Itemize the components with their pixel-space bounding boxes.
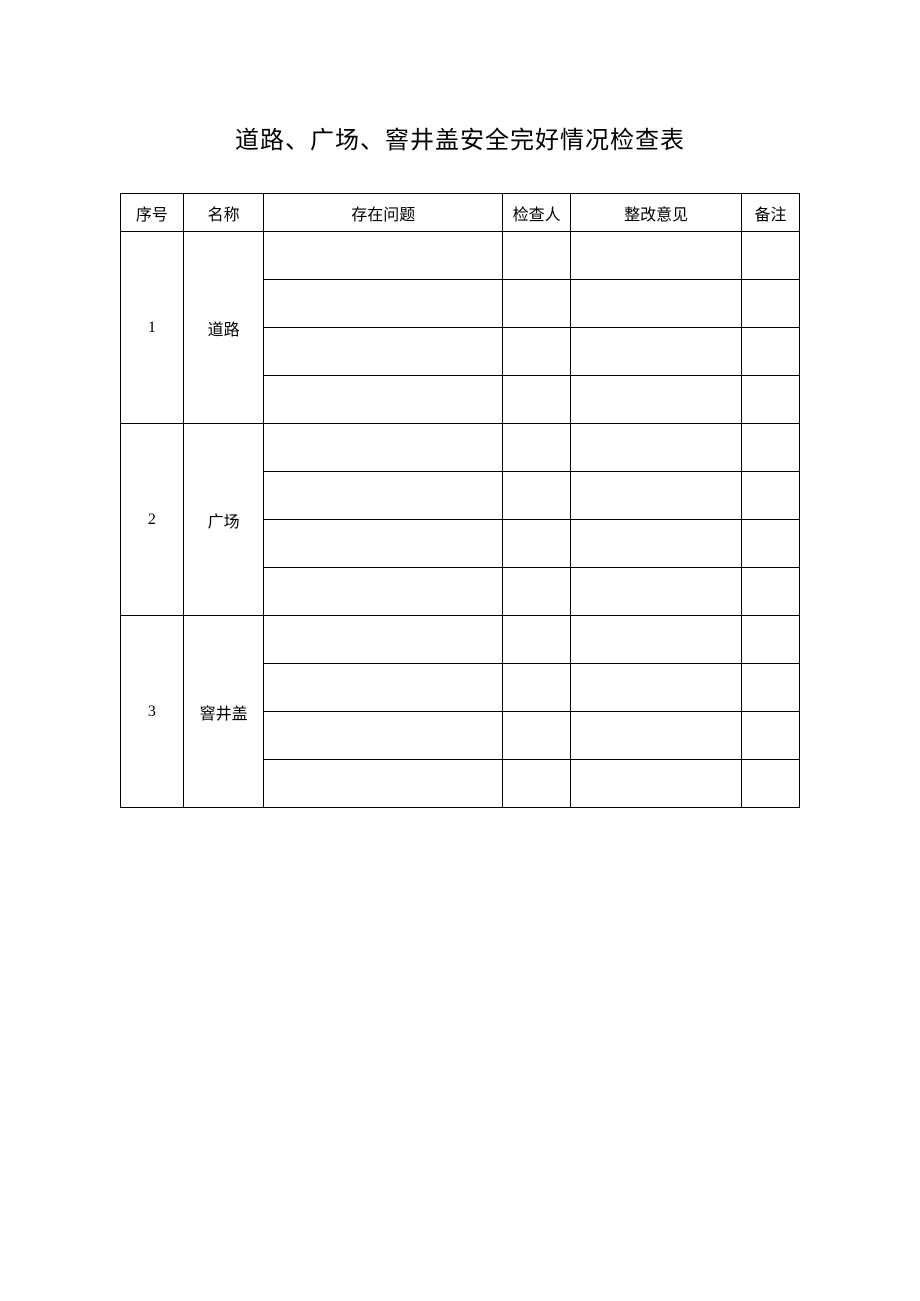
cell-remark [742, 616, 800, 664]
cell-issue [264, 760, 503, 808]
cell-inspector [503, 472, 571, 520]
table-row: 2 广场 [121, 424, 800, 472]
cell-opinion [571, 520, 742, 568]
cell-inspector [503, 280, 571, 328]
header-issue: 存在问题 [264, 194, 503, 232]
cell-issue [264, 664, 503, 712]
cell-remark [742, 760, 800, 808]
cell-opinion [571, 376, 742, 424]
cell-seq: 3 [121, 616, 184, 808]
cell-seq: 1 [121, 232, 184, 424]
page-title: 道路、广场、窨井盖安全完好情况检查表 [120, 120, 800, 155]
cell-opinion [571, 328, 742, 376]
header-opinion: 整改意见 [571, 194, 742, 232]
cell-issue [264, 520, 503, 568]
cell-opinion [571, 568, 742, 616]
cell-opinion [571, 472, 742, 520]
cell-issue [264, 712, 503, 760]
cell-remark [742, 664, 800, 712]
cell-issue [264, 232, 503, 280]
cell-opinion [571, 424, 742, 472]
cell-inspector [503, 328, 571, 376]
cell-issue [264, 280, 503, 328]
cell-inspector [503, 568, 571, 616]
cell-inspector [503, 712, 571, 760]
cell-remark [742, 712, 800, 760]
cell-issue [264, 328, 503, 376]
cell-inspector [503, 376, 571, 424]
cell-remark [742, 232, 800, 280]
cell-remark [742, 376, 800, 424]
cell-remark [742, 568, 800, 616]
cell-issue [264, 376, 503, 424]
cell-inspector [503, 616, 571, 664]
cell-inspector [503, 520, 571, 568]
cell-inspector [503, 424, 571, 472]
cell-opinion [571, 616, 742, 664]
cell-opinion [571, 664, 742, 712]
cell-opinion [571, 712, 742, 760]
header-seq: 序号 [121, 194, 184, 232]
cell-opinion [571, 760, 742, 808]
table-row: 3 窨井盖 [121, 616, 800, 664]
cell-remark [742, 424, 800, 472]
cell-remark [742, 472, 800, 520]
cell-name: 窨井盖 [183, 616, 263, 808]
cell-name: 广场 [183, 424, 263, 616]
table-row: 1 道路 [121, 232, 800, 280]
inspection-table: 序号 名称 存在问题 检查人 整改意见 备注 1 道路 [120, 193, 800, 808]
cell-issue [264, 424, 503, 472]
cell-remark [742, 520, 800, 568]
cell-issue [264, 568, 503, 616]
cell-inspector [503, 232, 571, 280]
cell-name: 道路 [183, 232, 263, 424]
cell-inspector [503, 664, 571, 712]
cell-inspector [503, 760, 571, 808]
cell-remark [742, 280, 800, 328]
cell-remark [742, 328, 800, 376]
header-name: 名称 [183, 194, 263, 232]
cell-opinion [571, 280, 742, 328]
header-inspector: 检查人 [503, 194, 571, 232]
cell-issue [264, 616, 503, 664]
header-remark: 备注 [742, 194, 800, 232]
cell-seq: 2 [121, 424, 184, 616]
table-header-row: 序号 名称 存在问题 检查人 整改意见 备注 [121, 194, 800, 232]
cell-opinion [571, 232, 742, 280]
cell-issue [264, 472, 503, 520]
